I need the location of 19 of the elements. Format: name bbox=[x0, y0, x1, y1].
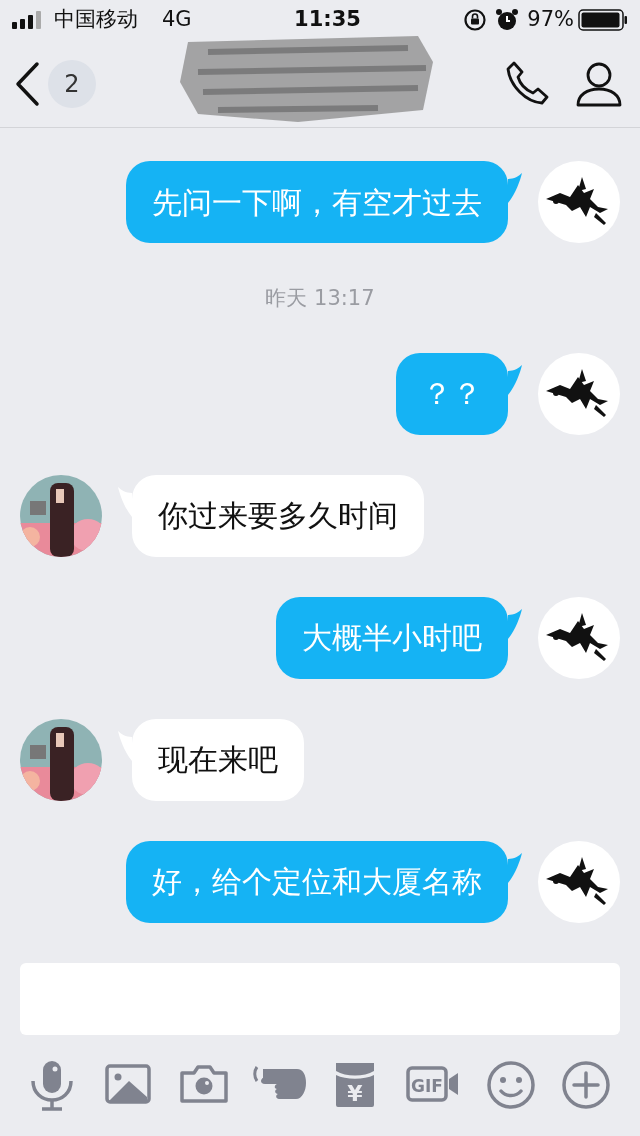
unread-count-badge[interactable]: 2 bbox=[48, 59, 96, 108]
battery-icon bbox=[578, 9, 628, 31]
timestamp: 昨天 13:17 bbox=[265, 286, 375, 310]
carrier-name: 中国移动 bbox=[54, 6, 138, 34]
message-text: 大概半小时吧 bbox=[302, 619, 482, 657]
alarm-icon bbox=[495, 8, 520, 32]
message-text: 现在来吧 bbox=[158, 741, 278, 779]
network-type: 4G bbox=[162, 6, 192, 34]
message-text: 先问一下啊，有空才过去 bbox=[152, 183, 482, 222]
profile-icon[interactable] bbox=[576, 60, 622, 107]
rotation-lock-icon bbox=[463, 8, 488, 32]
message-text: 你过来要多久时间 bbox=[158, 497, 398, 535]
yuan-sign: ¥ bbox=[346, 1080, 363, 1106]
status-time: 11:35 bbox=[294, 7, 361, 32]
message-text: 好，给个定位和大厦名称 bbox=[152, 863, 482, 901]
back-icon[interactable] bbox=[14, 60, 40, 107]
gif-label: GIF bbox=[410, 1075, 443, 1096]
message-text: ？？ bbox=[422, 375, 482, 413]
battery-percent: 97% bbox=[527, 6, 574, 34]
